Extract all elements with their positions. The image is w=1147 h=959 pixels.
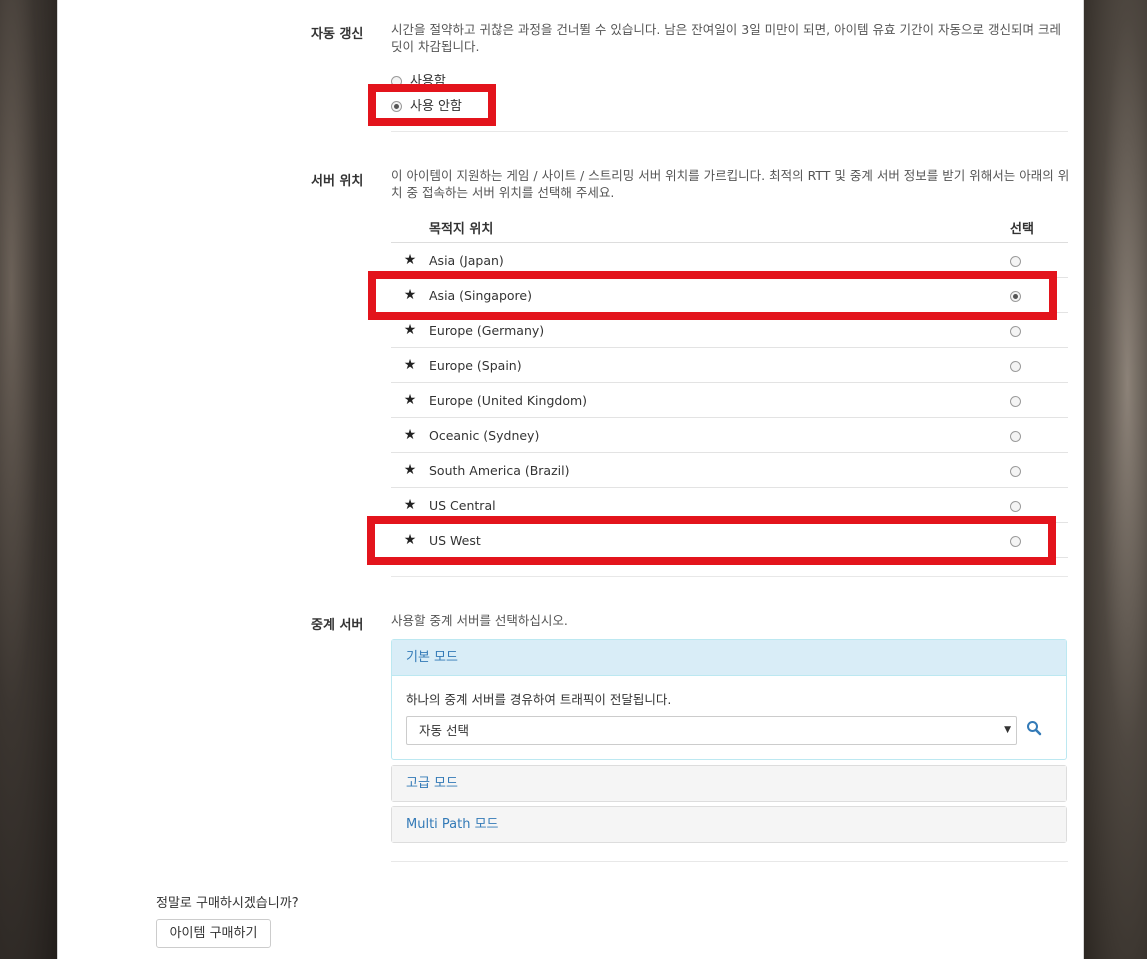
purchase-question: 정말로 구매하시겠습니까? xyxy=(156,896,299,911)
radio-button[interactable] xyxy=(1010,395,1021,407)
select-cell xyxy=(1010,452,1068,488)
auto-renew-description: 시간을 절약하고 귀찮은 과정을 건너뛸 수 있습니다. 남은 잔여일이 3일 … xyxy=(391,22,1061,54)
background-right xyxy=(1082,0,1147,959)
header-destination: 목적지 위치 xyxy=(429,212,1010,243)
server-location-description: 이 아이템이 지원하는 게임 / 사이트 / 스트리밍 서버 위치를 가르킵니다… xyxy=(391,168,1070,200)
divider xyxy=(391,576,1068,577)
advanced-mode-title[interactable]: 고급 모드 xyxy=(392,766,1066,801)
divider xyxy=(391,861,1068,862)
radio-button[interactable] xyxy=(1010,500,1021,512)
basic-mode-panel: 기본 모드 하나의 중계 서버를 경유하여 트래픽이 전달됩니다. 자동 선택 … xyxy=(391,639,1067,760)
star-icon: ★ xyxy=(403,357,417,373)
relay-server-description: 사용할 중계 서버를 선택하십시오. xyxy=(391,613,568,628)
star-cell: ★ xyxy=(391,417,429,453)
multipath-mode-panel[interactable]: Multi Path 모드 xyxy=(391,806,1067,843)
highlight-box-auto-renew xyxy=(368,84,496,126)
relay-server-label: 중계 서버 xyxy=(311,618,364,633)
header-select: 선택 xyxy=(1010,212,1068,243)
radio-button[interactable] xyxy=(1010,430,1021,442)
multipath-mode-title[interactable]: Multi Path 모드 xyxy=(392,807,1066,842)
radio-button[interactable] xyxy=(1010,325,1021,337)
star-icon: ★ xyxy=(403,252,417,268)
basic-mode-description: 하나의 중계 서버를 경유하여 트래픽이 전달됩니다. xyxy=(406,692,672,707)
star-icon: ★ xyxy=(403,497,417,513)
advanced-mode-panel[interactable]: 고급 모드 xyxy=(391,765,1067,802)
server-location-table: 목적지 위치 선택 ★ Asia (Japan) ★ Asia (Singapore)… xyxy=(391,212,1068,558)
radio-button[interactable] xyxy=(1010,465,1021,477)
relay-server-select[interactable]: 자동 선택 ▼ xyxy=(406,716,1017,745)
table-header-row: 목적지 위치 선택 xyxy=(391,212,1068,243)
auto-renew-label: 자동 갱신 xyxy=(311,27,364,42)
server-location-label: 서버 위치 xyxy=(311,174,364,189)
table-row[interactable]: ★ Europe (Spain) xyxy=(391,347,1068,383)
server-location-name: South America (Brazil) xyxy=(429,452,1010,488)
basic-mode-title[interactable]: 기본 모드 xyxy=(392,640,1066,676)
server-location-name: Oceanic (Sydney) xyxy=(429,417,1010,453)
star-cell: ★ xyxy=(391,382,429,418)
select-value: 자동 선택 xyxy=(419,723,469,738)
star-cell: ★ xyxy=(391,347,429,383)
radio-button[interactable] xyxy=(1010,360,1021,372)
purchase-button[interactable]: 아이템 구매하기 xyxy=(156,919,271,948)
highlight-box-singapore xyxy=(368,271,1057,320)
star-icon: ★ xyxy=(403,427,417,443)
search-icon[interactable] xyxy=(1026,720,1046,740)
chevron-down-icon: ▼ xyxy=(1004,725,1011,735)
header-star-col xyxy=(391,212,429,243)
star-icon: ★ xyxy=(403,322,417,338)
highlight-box-us-west xyxy=(367,516,1056,565)
divider xyxy=(391,131,1068,132)
server-location-name: Europe (United Kingdom) xyxy=(429,382,1010,418)
background-left xyxy=(0,0,57,959)
content-panel: 자동 갱신 시간을 절약하고 귀찮은 과정을 건너뛸 수 있습니다. 남은 잔여… xyxy=(57,0,1084,959)
table-row[interactable]: ★ Oceanic (Sydney) xyxy=(391,417,1068,453)
star-cell: ★ xyxy=(391,452,429,488)
table-row[interactable]: ★ Europe (United Kingdom) xyxy=(391,382,1068,418)
select-cell xyxy=(1010,347,1068,383)
star-icon: ★ xyxy=(403,392,417,408)
table-row[interactable]: ★ South America (Brazil) xyxy=(391,452,1068,488)
select-cell xyxy=(1010,382,1068,418)
select-cell xyxy=(1010,417,1068,453)
star-icon: ★ xyxy=(403,462,417,478)
server-location-name: Europe (Spain) xyxy=(429,347,1010,383)
radio-button[interactable] xyxy=(1010,255,1021,267)
